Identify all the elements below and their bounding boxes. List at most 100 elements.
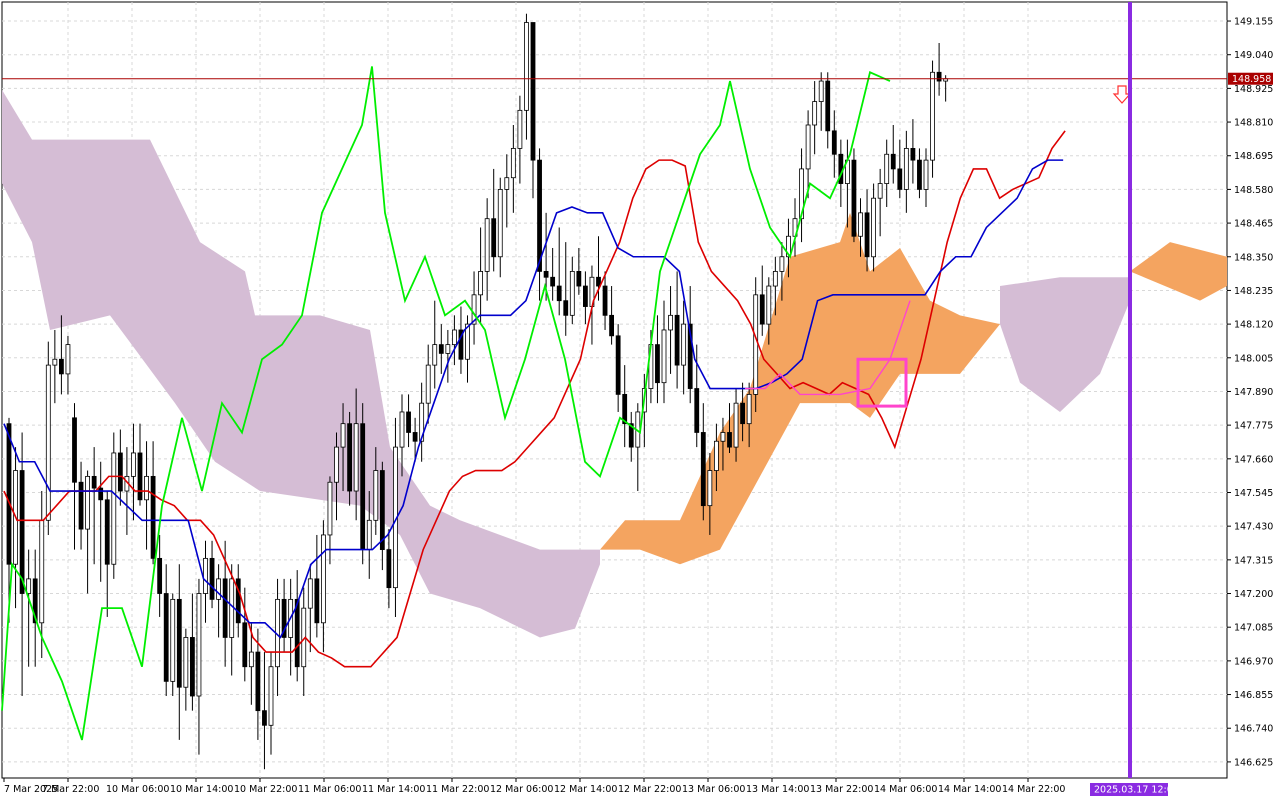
candle-body[interactable]: [510, 148, 516, 179]
candle-body[interactable]: [903, 148, 909, 190]
candle-body[interactable]: [576, 271, 582, 287]
candle-body[interactable]: [569, 271, 575, 316]
candle-body[interactable]: [812, 101, 818, 126]
candle-body[interactable]: [543, 271, 549, 278]
candle-body[interactable]: [163, 593, 169, 682]
candle-body[interactable]: [347, 423, 353, 492]
candle-body[interactable]: [222, 578, 228, 638]
candle-body[interactable]: [864, 212, 870, 258]
candle-body[interactable]: [733, 402, 739, 448]
candle-body[interactable]: [674, 314, 680, 366]
candle-body[interactable]: [242, 622, 248, 668]
candle-body[interactable]: [117, 452, 123, 492]
candle-body[interactable]: [720, 432, 726, 442]
candle-body[interactable]: [772, 271, 778, 287]
candle-body[interactable]: [858, 212, 863, 237]
candle-body[interactable]: [386, 549, 392, 589]
candle-body[interactable]: [157, 557, 163, 594]
candle-body[interactable]: [504, 177, 510, 190]
candle-body[interactable]: [432, 344, 438, 366]
candle-body[interactable]: [727, 432, 732, 448]
candle-body[interactable]: [425, 364, 431, 404]
candle-body[interactable]: [137, 452, 143, 501]
candle-body[interactable]: [216, 578, 222, 600]
candle-body[interactable]: [72, 417, 77, 483]
candle-body[interactable]: [65, 344, 71, 375]
candle-body[interactable]: [884, 153, 890, 184]
candle-body[interactable]: [196, 593, 202, 697]
candle-body[interactable]: [340, 423, 346, 448]
candle-body[interactable]: [255, 651, 261, 712]
candle-body[interactable]: [766, 285, 772, 325]
candle-body[interactable]: [170, 598, 176, 682]
candle-body[interactable]: [491, 218, 497, 258]
candle-body[interactable]: [831, 130, 837, 155]
candle-body[interactable]: [327, 481, 333, 536]
candle-body[interactable]: [871, 197, 876, 258]
candle-body[interactable]: [602, 285, 608, 316]
candle-body[interactable]: [176, 598, 182, 688]
candle-body[interactable]: [39, 519, 45, 624]
candle-body[interactable]: [85, 475, 90, 530]
candle-body[interactable]: [445, 344, 451, 354]
candle-body[interactable]: [930, 71, 935, 161]
candle-body[interactable]: [805, 124, 811, 170]
candle-body[interactable]: [825, 80, 831, 132]
candle-body[interactable]: [615, 335, 621, 395]
candle-body[interactable]: [563, 300, 569, 316]
candle-body[interactable]: [104, 499, 110, 565]
candle-body[interactable]: [818, 80, 824, 102]
candle-body[interactable]: [45, 364, 51, 521]
candle-body[interactable]: [524, 22, 529, 111]
candle-body[interactable]: [334, 446, 339, 483]
candle-body[interactable]: [497, 189, 503, 258]
candle-body[interactable]: [373, 470, 379, 521]
candle-body[interactable]: [78, 481, 84, 530]
candle-body[interactable]: [189, 637, 195, 697]
candle-body[interactable]: [609, 314, 614, 337]
candle-body[interactable]: [890, 153, 896, 170]
candle-body[interactable]: [478, 271, 484, 296]
candle-body[interactable]: [399, 411, 405, 448]
candle-body[interactable]: [111, 452, 117, 565]
candle-body[interactable]: [412, 432, 418, 442]
candle-body[interactable]: [936, 71, 942, 82]
candle-body[interactable]: [320, 534, 326, 624]
candle-body[interactable]: [268, 666, 274, 726]
candle-body[interactable]: [694, 388, 700, 433]
candle-body[interactable]: [661, 329, 667, 384]
candle-body[interactable]: [779, 256, 785, 272]
candle-body[interactable]: [314, 578, 320, 624]
candle-body[interactable]: [19, 470, 25, 594]
candle-body[interactable]: [917, 159, 922, 190]
candle-body[interactable]: [366, 519, 372, 550]
candle-body[interactable]: [583, 285, 588, 307]
candle-body[interactable]: [897, 168, 903, 190]
candle-body[interactable]: [923, 159, 929, 190]
candle-body[interactable]: [484, 218, 490, 272]
candle-body[interactable]: [131, 452, 136, 477]
candle-body[interactable]: [550, 276, 556, 287]
candle-body[interactable]: [537, 159, 542, 272]
candle-body[interactable]: [26, 578, 32, 594]
candle-body[interactable]: [851, 159, 857, 237]
candle-body[interactable]: [360, 423, 366, 550]
candle-body[interactable]: [209, 557, 215, 600]
candle-body[interactable]: [144, 475, 149, 501]
candle-body[interactable]: [556, 285, 562, 302]
candle-body[interactable]: [681, 323, 687, 366]
candle-body[interactable]: [6, 423, 12, 565]
candle-body[interactable]: [52, 358, 58, 366]
candle-body[interactable]: [98, 487, 104, 501]
candle-body[interactable]: [307, 578, 313, 609]
candle-body[interactable]: [700, 432, 706, 507]
candle-body[interactable]: [203, 557, 208, 594]
candle-body[interactable]: [59, 358, 64, 375]
candle-body[interactable]: [530, 22, 536, 161]
candle-body[interactable]: [655, 344, 660, 384]
candle-body[interactable]: [262, 710, 267, 726]
candle-body[interactable]: [759, 294, 765, 325]
candle-body[interactable]: [746, 393, 752, 425]
candle-body[interactable]: [406, 411, 411, 433]
candle-body[interactable]: [707, 470, 713, 507]
